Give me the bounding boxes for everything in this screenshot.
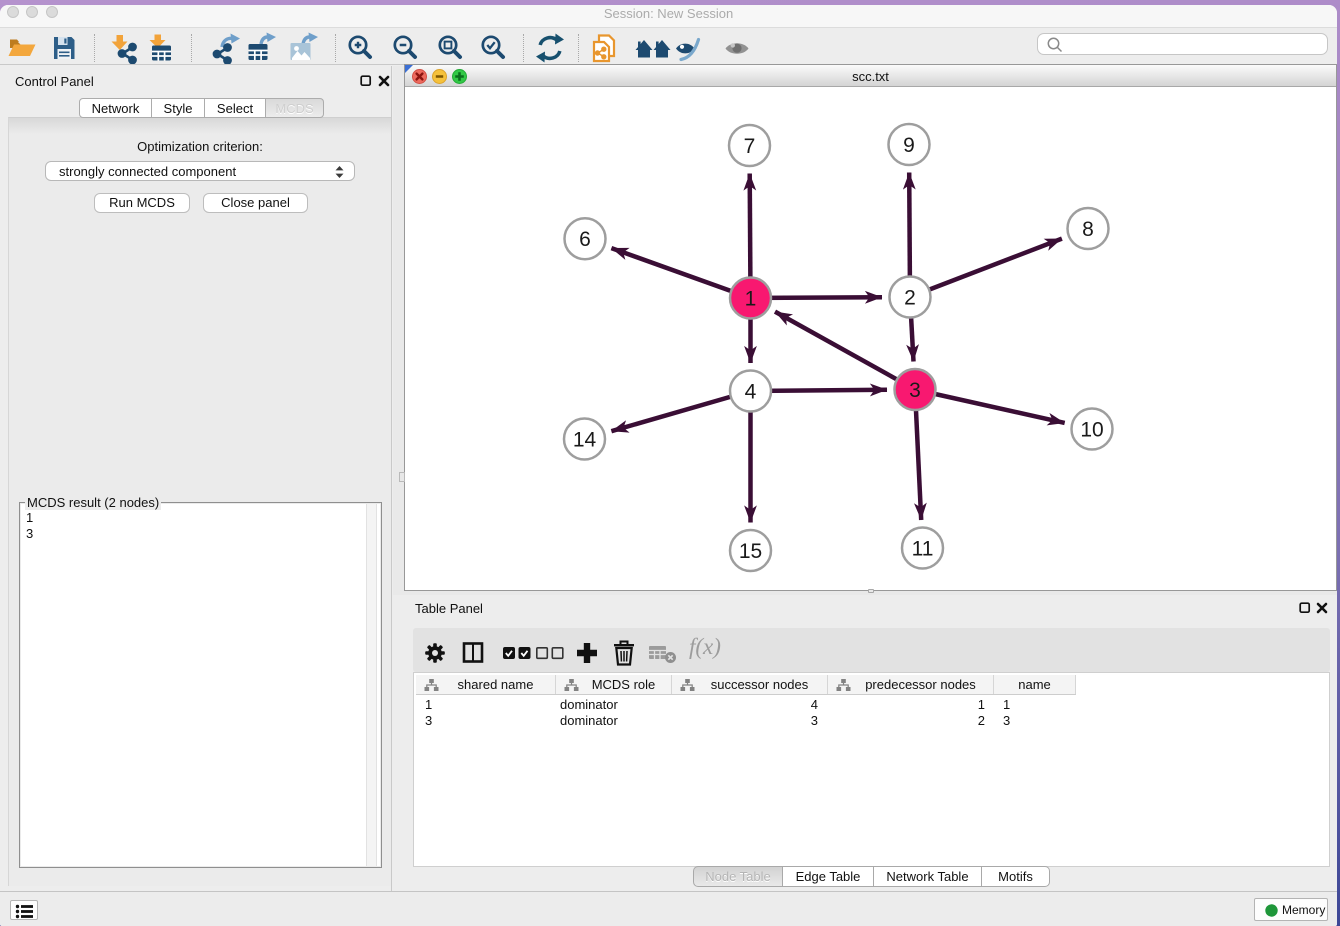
svg-text:14: 14 — [573, 429, 597, 452]
svg-text:8: 8 — [1082, 218, 1094, 241]
svg-text:9: 9 — [903, 134, 915, 157]
svg-text:6: 6 — [579, 228, 591, 251]
svg-text:7: 7 — [744, 135, 756, 158]
svg-text:11: 11 — [912, 538, 934, 561]
svg-text:15: 15 — [739, 540, 762, 563]
svg-text:3: 3 — [909, 379, 921, 402]
svg-text:2: 2 — [904, 287, 916, 310]
svg-text:1: 1 — [745, 288, 757, 311]
svg-text:4: 4 — [745, 381, 757, 404]
svg-text:10: 10 — [1080, 419, 1103, 442]
